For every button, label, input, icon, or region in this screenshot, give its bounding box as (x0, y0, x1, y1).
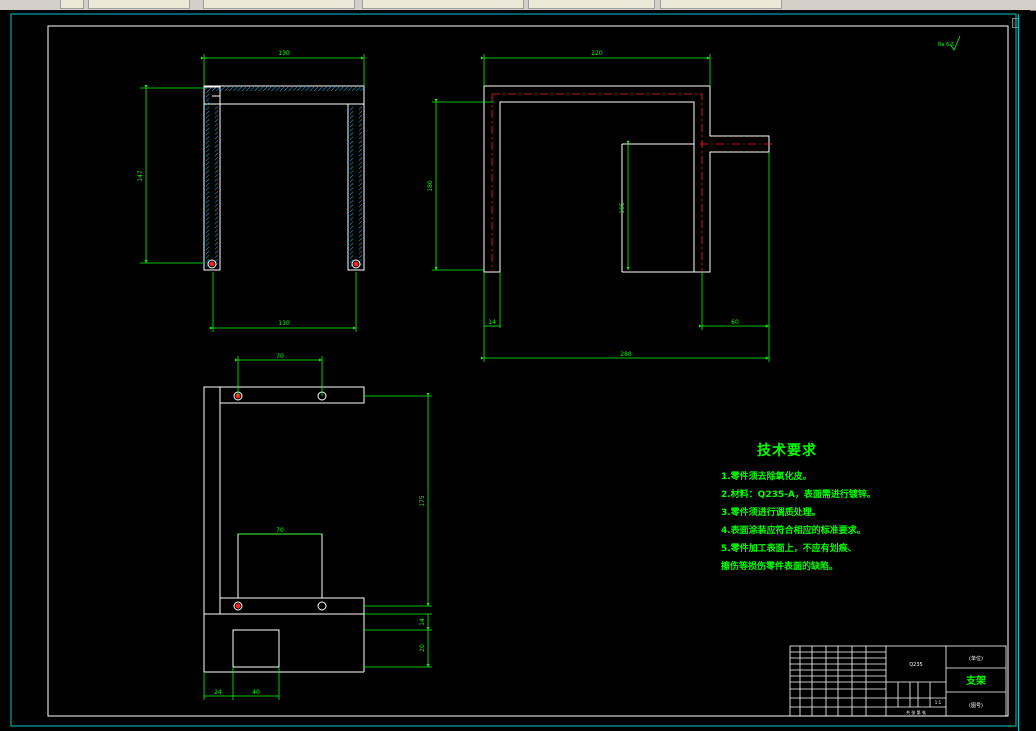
front-view-dimensions (140, 54, 365, 332)
tech-requirement-item: 4.表面涂装应符合相应的标准要求。 (721, 526, 866, 536)
tech-requirement-item: 3.零件须进行调质处理。 (721, 508, 821, 518)
toolbar-dropdown[interactable] (203, 0, 355, 9)
tech-requirement-item: 1.零件须去除氧化皮。 (721, 472, 812, 482)
title-block-footer: 共 张 第 张 (906, 709, 926, 715)
toolbar-button[interactable] (60, 0, 84, 9)
cad-drawing-canvas[interactable]: 130 147 110 220 180 105 14 60 280 70 70 … (0, 10, 1030, 731)
dim-top-width: 70 (276, 353, 284, 360)
dim-front-bottom: 110 (278, 320, 290, 327)
tech-requirement-item: 擦伤等损伤零件表面的缺陷。 (721, 562, 839, 572)
tech-requirements-title: 技术要求 (757, 443, 817, 459)
title-block-material: Q235 (909, 662, 922, 668)
toolbar-dropdown[interactable] (88, 0, 190, 9)
dim-side-bottom-left: 14 (488, 319, 496, 326)
toolbar-dropdown[interactable] (528, 0, 655, 9)
toolbar-dropdown[interactable] (660, 0, 782, 9)
front-view[interactable] (203, 85, 365, 271)
tech-requirement-item: 5.零件加工表面上，不应有划痕、 (721, 544, 857, 554)
dim-front-left: 147 (137, 170, 144, 182)
dim-top-r2: 20 (419, 644, 426, 652)
title-block-company: (单位) (969, 655, 983, 662)
title-block-drawing-no: (图号) (969, 703, 983, 709)
sheet-outer-frame (10, 13, 1017, 727)
dim-top-right: 175 (419, 495, 426, 507)
dim-side-bottom-right: 60 (731, 319, 739, 326)
dim-side-top: 220 (591, 50, 603, 57)
tech-requirement-item: 2.材料：Q235-A，表面需进行镀锌。 (721, 490, 876, 500)
roughness-label: Ra 6.3 (938, 42, 954, 48)
side-view-dimensions (432, 54, 770, 362)
top-view-dimensions (203, 356, 432, 700)
dim-front-top: 130 (278, 50, 290, 57)
tech-requirements: 技术要求 1.零件须去除氧化皮。 2.材料：Q235-A，表面需进行镀锌。 3.… (712, 440, 912, 576)
sheet-inner-frame (47, 25, 1009, 717)
dim-top-inner: 70 (276, 527, 284, 534)
dim-side-mid: 105 (619, 202, 626, 214)
dim-top-b2: 40 (252, 689, 260, 696)
dim-side-left: 180 (427, 180, 434, 192)
dim-top-r1: 14 (419, 618, 426, 626)
toolbar-dropdown[interactable] (362, 0, 524, 9)
dim-top-b1: 24 (214, 689, 222, 696)
dim-side-overall: 280 (620, 351, 632, 358)
top-view[interactable] (203, 386, 365, 673)
title-block-scale: 1:1 (935, 700, 942, 705)
title-block-part-name: 支架 (965, 674, 986, 687)
